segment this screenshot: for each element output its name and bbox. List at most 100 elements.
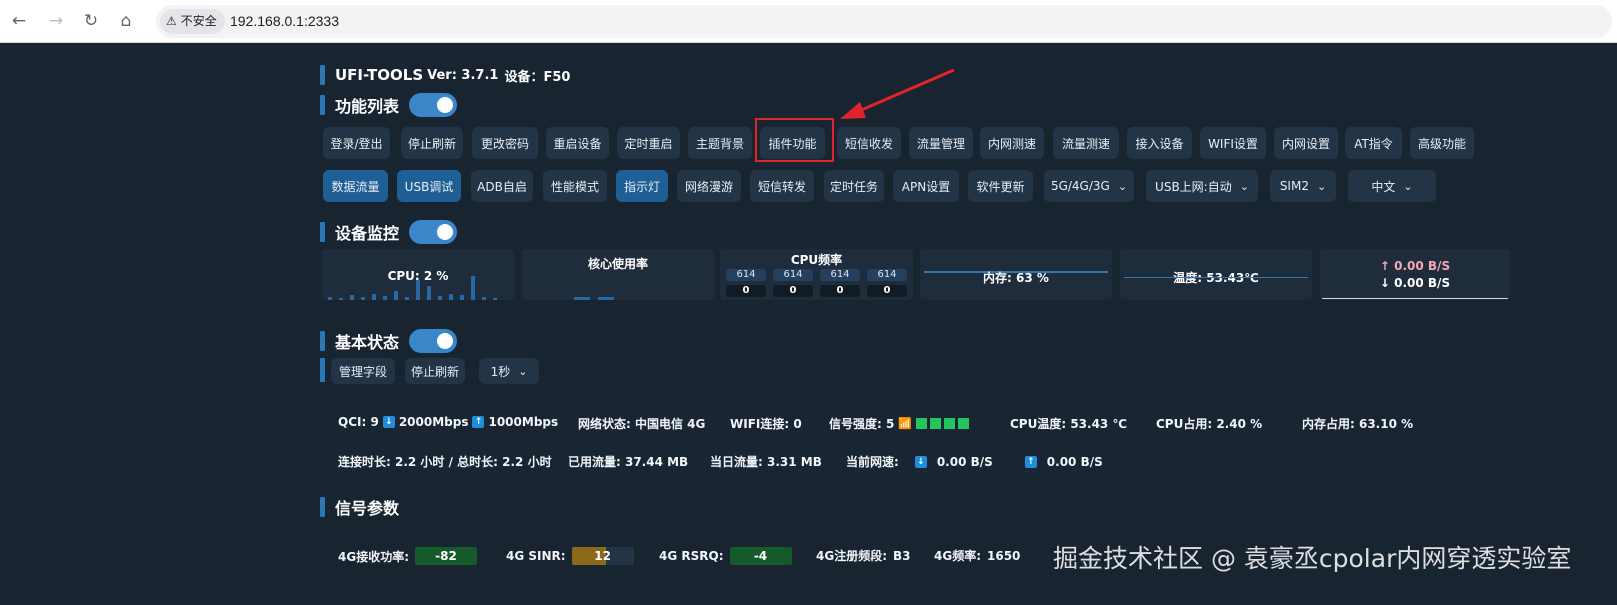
feature-button-12-label: 接入设备 <box>1135 136 1184 151</box>
cpu-core-load: 0 <box>867 285 907 297</box>
feature-button-22-label: 网络漫游 <box>684 179 733 194</box>
url-text[interactable]: 192.168.0.1:2333 <box>230 5 339 38</box>
rsrp-stat: 4G接收功率: -82 <box>338 547 477 565</box>
basic-status-toggle[interactable] <box>409 329 458 353</box>
language-value: 中文 <box>1371 179 1396 194</box>
signal-square <box>958 418 970 429</box>
cpu-core-load: 0 <box>726 285 766 297</box>
feature-button-19[interactable]: ADB自启 <box>471 170 533 202</box>
feature-button-17[interactable]: 数据流量 <box>323 170 388 202</box>
feature-button-1[interactable]: 登录/登出 <box>323 127 390 159</box>
current-download: 0.00 B/S <box>936 454 993 469</box>
feature-button-18[interactable]: USB调试 <box>397 170 461 202</box>
manage-fields-button[interactable]: 管理字段 <box>331 358 395 384</box>
sim-value: SIM2 <box>1279 179 1309 193</box>
feature-button-20-label: 性能模式 <box>550 179 599 194</box>
used-traffic: 已用流量: 37.44 MB <box>568 455 689 469</box>
usb-mode-select[interactable]: USB上网:自动 ⌄ <box>1146 170 1258 202</box>
controls-accent <box>320 358 325 382</box>
warning-icon: ⚠ <box>166 14 177 28</box>
network-status: 网络状态: 中国电信 4G <box>578 417 706 431</box>
feature-button-10[interactable]: 内网测速 <box>980 127 1044 159</box>
feature-button-11[interactable]: 流量测速 <box>1053 127 1119 159</box>
feature-button-22[interactable]: 网络漫游 <box>677 170 741 202</box>
feature-button-8-label: 短信收发 <box>844 136 893 151</box>
feature-button-24[interactable]: 定时任务 <box>824 170 884 202</box>
max-up-speed: 1000Mbps <box>488 415 559 429</box>
connection-time: 连接时长: 2.2 小时 / 总时长: 2.2 小时 <box>338 455 552 469</box>
cpu-temperature: CPU温度: 53.43 ℃ <box>1010 417 1127 431</box>
feature-button-23-label: 短信转发 <box>757 179 806 194</box>
cpu-freq-value: 614 <box>867 269 907 281</box>
chevron-down-icon: ⌄ <box>518 364 528 378</box>
features-toggle[interactable] <box>409 93 458 117</box>
cpu-freq-value: 614 <box>773 269 813 281</box>
network-mode-select[interactable]: 5G/4G/3G ⌄ <box>1044 170 1134 202</box>
rsrp-value: -82 <box>415 547 477 565</box>
forward-icon[interactable]: → <box>43 8 69 34</box>
home-icon[interactable]: ⌂ <box>113 8 139 34</box>
section-accent <box>320 497 325 517</box>
reload-icon[interactable]: ↻ <box>78 8 104 34</box>
cpu-history-bar <box>482 297 486 300</box>
feature-button-14[interactable]: 内网设置 <box>1274 127 1338 159</box>
feature-button-3[interactable]: 更改密码 <box>472 127 538 159</box>
cpu-history-bar <box>438 296 442 300</box>
download-arrow-icon: ↓ <box>914 455 927 468</box>
feature-button-6[interactable]: 主题背景 <box>688 127 752 159</box>
feature-button-9[interactable]: 流量管理 <box>909 127 973 159</box>
band-value: B3 <box>893 548 911 563</box>
feature-button-16[interactable]: 高级功能 <box>1410 127 1474 159</box>
cpu-card: CPU: 2 % <box>322 249 514 300</box>
monitor-toggle[interactable] <box>409 220 458 244</box>
cpu-history-bar <box>493 298 497 300</box>
feature-button-12[interactable]: 接入设备 <box>1127 127 1192 159</box>
sinr-stat: 4G SINR: 12 <box>506 547 634 565</box>
feature-button-25[interactable]: APN设置 <box>893 170 959 202</box>
feature-button-2[interactable]: 停止刷新 <box>401 127 463 159</box>
section-accent <box>320 95 325 115</box>
feature-button-26[interactable]: 软件更新 <box>968 170 1033 202</box>
feature-button-11-label: 流量测速 <box>1061 136 1110 151</box>
cpu-core-load: 0 <box>773 285 813 297</box>
address-bar[interactable]: ⚠ 不安全 192.168.0.1:2333 <box>156 5 1612 38</box>
stop-refresh-button[interactable]: 停止刷新 <box>405 358 465 384</box>
language-select[interactable]: 中文 ⌄ <box>1348 170 1436 202</box>
cpu-usage: CPU占用: 2.40 % <box>1156 417 1263 431</box>
feature-button-4[interactable]: 重启设备 <box>546 127 609 159</box>
feature-button-1-label: 登录/登出 <box>330 136 383 151</box>
section-accent <box>320 222 325 242</box>
feature-button-9-label: 流量管理 <box>916 136 965 151</box>
feature-button-13[interactable]: WIFI设置 <box>1200 127 1266 159</box>
feature-button-23[interactable]: 短信转发 <box>750 170 814 202</box>
section-accent <box>320 331 325 351</box>
stop-refresh-label: 停止刷新 <box>410 364 459 379</box>
feature-button-5[interactable]: 定时重启 <box>617 127 680 159</box>
feature-button-26-label: 软件更新 <box>976 179 1025 194</box>
feature-button-21[interactable]: 指示灯 <box>616 170 668 202</box>
feature-button-7[interactable]: 插件功能 <box>760 127 825 159</box>
feature-button-10-label: 内网测速 <box>987 136 1036 151</box>
feature-button-8[interactable]: 短信收发 <box>837 127 901 159</box>
security-chip[interactable]: ⚠ 不安全 <box>160 9 225 34</box>
refresh-interval-select[interactable]: 1秒 ⌄ <box>479 358 539 384</box>
sim-select[interactable]: SIM2 ⌄ <box>1270 170 1336 202</box>
sinr-value: 12 <box>571 547 634 565</box>
today-traffic: 当日流量: 3.31 MB <box>710 455 822 469</box>
chevron-down-icon: ⌄ <box>1316 179 1327 193</box>
watermark: 掘金技术社区 @ 袁豪丞cpolar内网穿透实验室 <box>1053 544 1572 573</box>
back-icon[interactable]: ← <box>6 8 32 34</box>
browser-toolbar: ← → ↻ ⌂ ⚠ 不安全 192.168.0.1:2333 <box>0 0 1617 43</box>
cpu-history-bar <box>361 297 365 300</box>
signal-strength-value: 信号强度: 5 <box>829 417 895 431</box>
core-usage-label: 核心使用率 <box>587 257 648 271</box>
qci-value: QCI: 9 <box>338 415 379 429</box>
feature-button-13-label: WIFI设置 <box>1208 136 1258 151</box>
device-name: 设备：F50 <box>504 69 571 85</box>
cpu-freq-value: 614 <box>820 269 860 281</box>
basic-status-heading: 基本状态 <box>335 333 400 352</box>
feature-button-3-label: 更改密码 <box>480 136 529 151</box>
feature-button-20[interactable]: 性能模式 <box>543 170 607 202</box>
temperature-card: 温度: 53.43℃ <box>1120 249 1312 300</box>
feature-button-15[interactable]: AT指令 <box>1345 127 1402 159</box>
